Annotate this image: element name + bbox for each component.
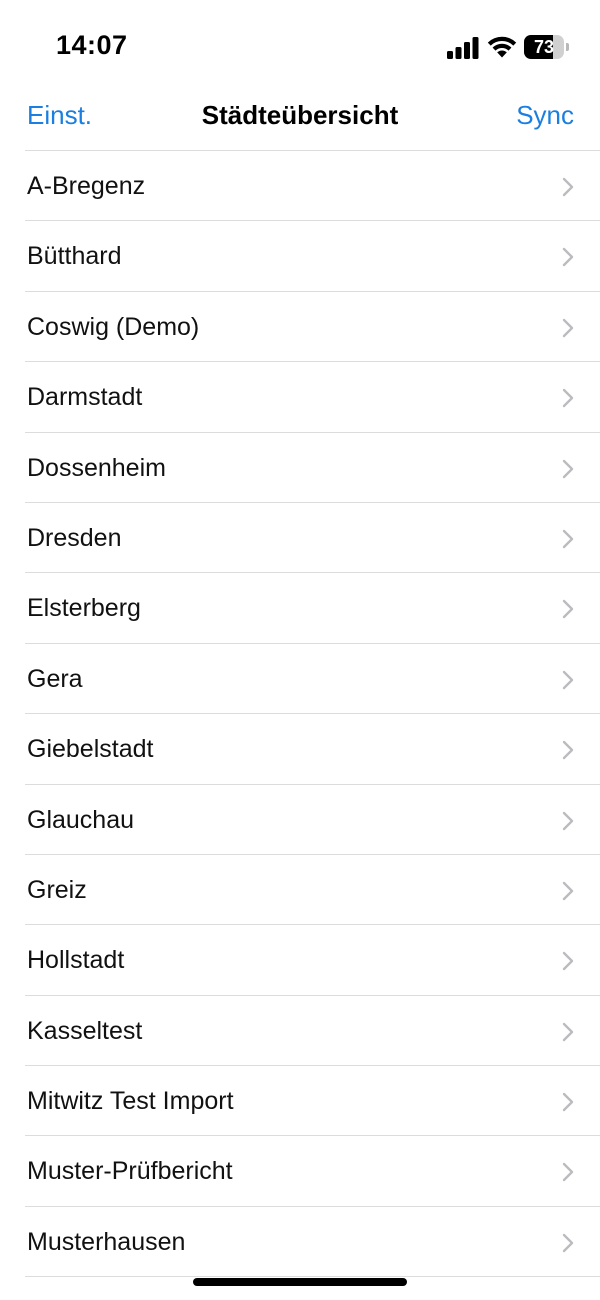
chevron-right-icon [562, 459, 574, 478]
list-item[interactable]: Giebelstadt [0, 714, 600, 785]
chevron-right-icon [562, 318, 574, 337]
chevron-right-icon [562, 1233, 574, 1253]
chevron-right-icon [562, 600, 574, 619]
city-name: Musterhausen [27, 1227, 186, 1256]
city-name: Gera [27, 664, 83, 693]
list-item[interactable]: Dossenheim [0, 433, 600, 504]
chevron-right-icon [562, 881, 574, 901]
chevron-right-icon [562, 740, 574, 760]
city-name: Elsterberg [27, 594, 141, 623]
sync-button[interactable]: Sync [516, 100, 574, 131]
list-item[interactable]: Darmstadt [0, 362, 600, 433]
city-name: Muster-Prüfbericht [27, 1157, 233, 1186]
city-name: Glauchau [27, 805, 135, 834]
wifi-icon [487, 36, 517, 58]
status-time: 14:07 [56, 30, 128, 60]
battery-cap [566, 43, 569, 51]
city-name: Dossenheim [27, 453, 166, 482]
city-name: Mitwitz Test Import [27, 1087, 234, 1116]
chevron-right-icon [562, 388, 574, 408]
status-bar: 14:07 73 [0, 0, 600, 92]
list-item[interactable]: Bütthard [0, 221, 600, 293]
navigation-bar: Einst. Städteübersicht Sync [0, 92, 600, 150]
city-name: Giebelstadt [27, 735, 154, 764]
list-item[interactable]: A-Bregenz [0, 151, 600, 222]
list-item[interactable]: Hollstadt [0, 925, 600, 997]
screen: 14:07 73 Einst. Städteübersicht Sync A-B… [0, 0, 600, 1300]
home-indicator[interactable] [193, 1278, 407, 1286]
chevron-right-icon [562, 529, 574, 549]
city-name: Greiz [27, 875, 87, 904]
list-item[interactable]: Glauchau [0, 785, 600, 856]
chevron-right-icon [562, 670, 574, 689]
list-item[interactable]: Kasseltest [0, 996, 600, 1067]
battery-icon: 73 [524, 35, 570, 59]
chevron-right-icon [562, 177, 574, 197]
chevron-right-icon [562, 811, 574, 830]
signal-icon [447, 37, 479, 59]
city-name: Dresden [27, 523, 122, 552]
chevron-right-icon [562, 1022, 574, 1041]
list-item[interactable]: Musterhausen [0, 1207, 600, 1278]
city-name: Bütthard [27, 242, 122, 271]
list-item[interactable]: Gera [0, 644, 600, 715]
chevron-right-icon [562, 1092, 574, 1112]
city-name: Hollstadt [27, 946, 125, 975]
list-item[interactable]: Greiz [0, 855, 600, 926]
battery-body: 73 [524, 35, 564, 59]
list-item[interactable]: Dresden [0, 503, 600, 574]
city-list: A-Bregenz Bütthard Coswig (Demo) Darmstadt D… [0, 151, 600, 1278]
city-name: Kasseltest [27, 1016, 143, 1045]
list-item[interactable]: Muster-Prüfbericht [0, 1136, 600, 1208]
chevron-right-icon [562, 248, 574, 267]
settings-button[interactable]: Einst. [27, 100, 92, 131]
city-name: A-Bregenz [27, 172, 146, 200]
city-name: Coswig (Demo) [27, 312, 200, 341]
list-item[interactable]: Elsterberg [0, 573, 600, 645]
city-name: Darmstadt [27, 383, 143, 412]
list-item[interactable]: Mitwitz Test Import [0, 1066, 600, 1137]
chevron-right-icon [562, 1163, 574, 1182]
battery-level: 73 [533, 37, 555, 57]
list-item[interactable]: Coswig (Demo) [0, 292, 600, 363]
chevron-right-icon [562, 952, 574, 971]
